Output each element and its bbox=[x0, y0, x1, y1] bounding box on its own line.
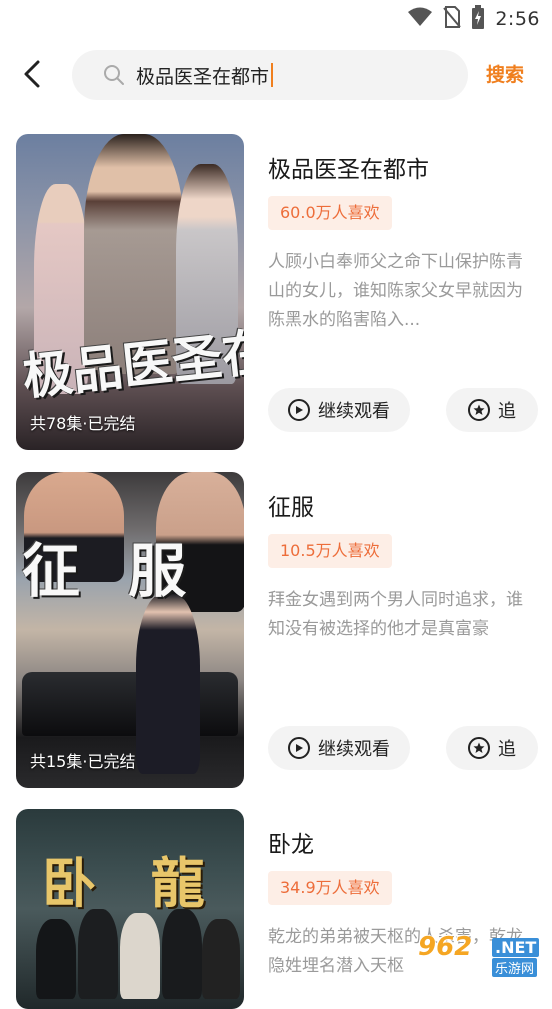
text-caret bbox=[271, 63, 274, 87]
follow-button[interactable]: 追 bbox=[446, 726, 538, 770]
likes-badge: 34.9万人喜欢 bbox=[268, 871, 392, 905]
back-button[interactable] bbox=[14, 56, 50, 96]
follow-label: 追 bbox=[498, 739, 516, 760]
continue-watching-label: 继续观看 bbox=[318, 739, 390, 760]
poster-title: 卧 龍 bbox=[42, 851, 223, 915]
poster-figure bbox=[78, 909, 118, 999]
drama-description: 拜金女遇到两个男人同时追求，谁知没有被选择的他才是真富豪 bbox=[268, 590, 523, 639]
poster-car bbox=[22, 672, 238, 736]
search-input[interactable]: 极品医圣在都市 bbox=[72, 50, 468, 100]
continue-watching-button[interactable]: 继续观看 bbox=[268, 388, 410, 432]
episode-count: 共78集·已完结 bbox=[30, 414, 136, 433]
drama-title: 极品医圣在都市 bbox=[268, 157, 429, 183]
play-icon bbox=[288, 737, 310, 759]
drama-description: 人顾小白奉师父之命下山保护陈青山的女儿，谁知陈家父女早就因为陈黑水的陷害陷入..… bbox=[268, 252, 523, 330]
follow-button[interactable]: 追 bbox=[446, 388, 538, 432]
star-icon bbox=[468, 737, 490, 759]
poster-image[interactable]: 卧 龍 bbox=[16, 809, 244, 1009]
search-icon bbox=[102, 63, 126, 87]
star-icon bbox=[468, 399, 490, 421]
status-icons: 2:56 bbox=[407, 5, 540, 33]
search-header: 极品医圣在都市 搜索 bbox=[0, 38, 552, 118]
drama-title: 卧龙 bbox=[268, 832, 314, 858]
status-bar: 2:56 bbox=[0, 0, 552, 38]
poster-figure bbox=[162, 909, 202, 999]
poster-image[interactable]: 极品医圣在都市 共78集·已完结 bbox=[16, 134, 244, 450]
battery-charging-icon bbox=[471, 5, 485, 33]
watermark-net: .NET bbox=[492, 938, 540, 957]
wifi-icon bbox=[407, 7, 433, 31]
poster-image[interactable]: 征 服 共15集·已完结 bbox=[16, 472, 244, 788]
chevron-left-icon bbox=[22, 59, 42, 93]
continue-watching-label: 继续观看 bbox=[318, 401, 390, 422]
follow-label: 追 bbox=[498, 401, 516, 422]
drama-title: 征服 bbox=[268, 495, 314, 521]
poster-figure bbox=[120, 913, 160, 999]
poster-figure bbox=[202, 919, 240, 999]
watermark-number: 962 bbox=[418, 932, 473, 962]
result-card[interactable]: 极品医圣在都市 共78集·已完结 极品医圣在都市 60.0万人喜欢 人顾小白奉师… bbox=[0, 134, 552, 452]
no-sim-icon bbox=[443, 6, 462, 32]
search-query: 极品医圣在都市 bbox=[136, 65, 270, 88]
poster-title: 征 服 bbox=[22, 537, 201, 605]
likes-badge: 10.5万人喜欢 bbox=[268, 534, 392, 568]
episode-count: 共15集·已完结 bbox=[30, 752, 136, 771]
result-card[interactable]: 征 服 共15集·已完结 征服 10.5万人喜欢 拜金女遇到两个男人同时追求，谁… bbox=[0, 472, 552, 790]
site-watermark: 962 .NET 乐游网 bbox=[418, 928, 546, 978]
likes-badge: 60.0万人喜欢 bbox=[268, 196, 392, 230]
poster-figure bbox=[136, 594, 200, 774]
play-icon bbox=[288, 399, 310, 421]
continue-watching-button[interactable]: 继续观看 bbox=[268, 726, 410, 770]
search-button[interactable]: 搜索 bbox=[486, 60, 524, 87]
watermark-site: 乐游网 bbox=[492, 958, 538, 977]
poster-figure bbox=[36, 919, 76, 999]
status-time: 2:56 bbox=[495, 8, 540, 30]
